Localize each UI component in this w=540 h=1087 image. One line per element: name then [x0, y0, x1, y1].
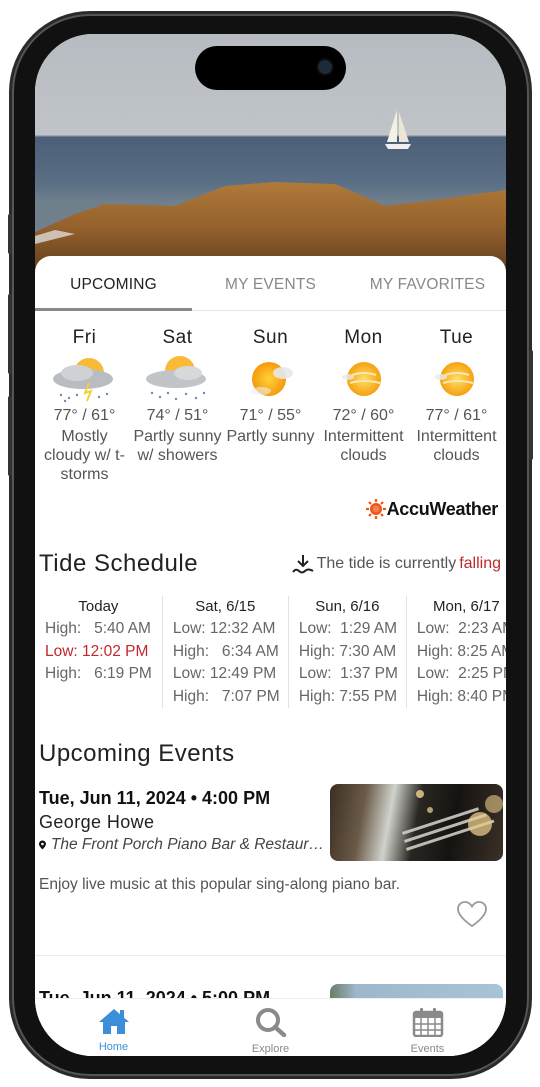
- dynamic-island: [195, 46, 346, 90]
- forecast-day: Fri 77° / 61° Mostly cloudy w/ t-storms: [38, 327, 131, 484]
- partly-sunny-icon: [235, 353, 307, 405]
- tide-entry: High: 6:34 AM: [172, 642, 279, 660]
- intermittent-clouds-icon: [421, 353, 493, 405]
- tide-entry: High: 6:19 PM: [45, 665, 152, 682]
- tide-day-header: Today: [78, 598, 119, 615]
- forecast-day-name: Tue: [439, 327, 474, 348]
- intermittent-clouds-icon: [328, 353, 400, 405]
- action-button: [8, 214, 12, 254]
- tide-entry: High: 8:40 PM: [416, 687, 506, 705]
- tide-day-column: Mon, 6/17 Low: 2:23 AM High: 8:25 AM Low…: [407, 596, 506, 708]
- content-card: UPCOMING MY EVENTS MY FAVORITES Fri 77° …: [35, 256, 506, 1056]
- tab-upcoming[interactable]: UPCOMING: [35, 256, 192, 310]
- tab-my-events[interactable]: MY EVENTS: [192, 256, 349, 310]
- forecast-day-name: Fri: [72, 327, 97, 348]
- accuweather-logo[interactable]: AccuWeather: [365, 498, 498, 520]
- tide-entry-current: Low: 12:02 PM: [45, 642, 149, 660]
- bottom-nav: Home Explore Events: [35, 998, 506, 1056]
- tide-day-header: Sat, 6/15: [195, 598, 256, 615]
- volume-down-button: [8, 396, 12, 476]
- calendar-icon: [412, 1008, 443, 1038]
- active-tab-indicator: [35, 308, 192, 311]
- tide-entry: High: 7:55 PM: [298, 687, 398, 705]
- nav-events[interactable]: Events: [349, 999, 506, 1056]
- home-icon: [98, 1009, 129, 1034]
- accuweather-sun-icon: [365, 499, 386, 519]
- tide-day-column: Today High: 5:40 AM Low: 12:02 PM High: …: [35, 596, 163, 708]
- tide-entry: High: 7:07 PM: [172, 687, 280, 705]
- nav-explore[interactable]: Explore: [192, 999, 349, 1056]
- forecast-desc: Mostly cloudy w/ t-storms: [44, 428, 125, 483]
- tide-entry: High: 7:30 AM: [298, 642, 397, 660]
- tide-entry: Low: 2:25 PM: [416, 665, 506, 682]
- volume-up-button: [8, 294, 12, 374]
- tide-entry: Low: 12:32 AM: [172, 620, 276, 637]
- forecast-day-name: Sun: [252, 327, 289, 348]
- event-location-text: The Front Porch Piano Bar & Restaur…: [50, 836, 324, 853]
- forecast-desc: Partly sunny w/ showers: [133, 428, 222, 464]
- tide-entry: High: 8:25 AM: [416, 642, 506, 660]
- nav-home[interactable]: Home: [35, 999, 192, 1056]
- forecast-desc: Partly sunny: [226, 428, 315, 445]
- hero-image: [35, 34, 506, 274]
- tab-my-favorites[interactable]: MY FAVORITES: [349, 256, 506, 310]
- app-screen: UPCOMING MY EVENTS MY FAVORITES Fri 77° …: [35, 34, 506, 1056]
- forecast-temps: 74° / 51°: [146, 407, 209, 424]
- forecast-desc: Intermittent clouds: [323, 428, 404, 464]
- tide-day-column: Sat, 6/15 Low: 12:32 AM High: 6:34 AM Lo…: [163, 596, 289, 708]
- tide-status: The tide is currently falling: [291, 554, 501, 574]
- event-name: George Howe: [39, 812, 155, 832]
- event-card[interactable]: Tue, Jun 11, 2024 • 4:00 PM George Howe …: [35, 784, 506, 956]
- event-description: Enjoy live music at this popular sing-al…: [39, 876, 401, 893]
- tide-status-value: falling: [459, 555, 501, 572]
- tab-bar: UPCOMING MY EVENTS MY FAVORITES: [35, 256, 506, 311]
- forecast-desc: Intermittent clouds: [416, 428, 497, 464]
- nav-label: Home: [98, 1041, 129, 1053]
- power-button: [529, 350, 533, 460]
- tide-day-column: Sun, 6/16 Low: 1:29 AM High: 7:30 AM Low…: [289, 596, 407, 708]
- tide-table: Today High: 5:40 AM Low: 12:02 PM High: …: [35, 596, 506, 708]
- forecast-day: Tue 77° / 61° Intermittent clouds: [410, 327, 503, 484]
- sun-showers-icon: [142, 353, 214, 405]
- forecast-temps: 72° / 60°: [332, 407, 395, 424]
- thunderstorm-icon: [49, 353, 121, 405]
- tide-falling-icon: [291, 555, 314, 574]
- tide-status-prefix: The tide is currently: [316, 555, 457, 572]
- tide-entry: Low: 2:23 AM: [416, 620, 506, 637]
- forecast-day: Mon 72° / 60° Intermittent clouds: [317, 327, 410, 484]
- forecast-day-name: Mon: [344, 327, 383, 348]
- nav-label: Explore: [251, 1043, 290, 1055]
- nav-label: Events: [410, 1043, 445, 1055]
- forecast-temps: 71° / 55°: [239, 407, 302, 424]
- event-image-piano[interactable]: [330, 784, 503, 861]
- location-pin-icon: [39, 840, 46, 850]
- event-datetime: Tue, Jun 11, 2024 • 4:00 PM: [39, 788, 271, 808]
- forecast-day: Sun 71° / 55° Partly sunny: [224, 327, 317, 484]
- tide-entry: Low: 12:49 PM: [172, 665, 277, 682]
- accuweather-label: AccuWeather: [386, 498, 499, 519]
- tide-entry: Low: 1:37 PM: [298, 665, 398, 682]
- search-icon: [255, 1008, 286, 1038]
- tide-entry: High: 5:40 AM: [45, 620, 151, 637]
- tide-day-header: Mon, 6/17: [433, 598, 500, 615]
- upcoming-events-title: Upcoming Events: [39, 740, 235, 767]
- forecast-temps: 77° / 61°: [53, 407, 116, 424]
- forecast-day: Sat 74° / 51° Partly sunny w/ showers: [131, 327, 224, 484]
- weather-forecast: Fri 77° / 61° Mostly cloudy w/ t-storms …: [35, 311, 506, 484]
- favorite-heart-icon[interactable]: [456, 900, 488, 928]
- sailboat: [385, 110, 411, 149]
- forecast-temps: 77° / 61°: [425, 407, 488, 424]
- tide-day-header: Sun, 6/16: [315, 598, 380, 615]
- tide-schedule-title: Tide Schedule: [39, 550, 199, 577]
- event-location: The Front Porch Piano Bar & Restaur…: [39, 836, 324, 854]
- tide-entry: Low: 1:29 AM: [298, 620, 398, 637]
- tide-header: Tide Schedule The tide is currently fall…: [39, 550, 501, 578]
- camera: [318, 60, 332, 74]
- forecast-day-name: Sat: [162, 327, 193, 348]
